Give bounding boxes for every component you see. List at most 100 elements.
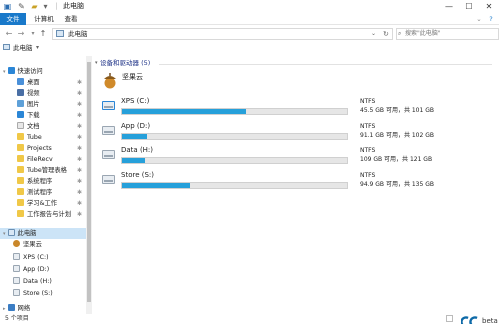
new-folder-icon[interactable]: ▰ (30, 2, 39, 11)
group-divider (159, 64, 492, 65)
back-icon[interactable]: ← (4, 28, 14, 39)
drive-usage-fill (122, 183, 190, 188)
chevron-right-icon[interactable]: ▸ (3, 306, 6, 312)
sidebar-item-tube[interactable]: Tube (17, 132, 42, 143)
folder-icon (17, 133, 24, 140)
sidebar-item-quick-access[interactable]: ▾ 快速访问 (3, 66, 43, 77)
tab-file[interactable]: 文件 (0, 13, 26, 25)
pc-icon (7, 229, 15, 236)
sidebar-scrollbar[interactable] (86, 56, 92, 314)
close-button[interactable]: ✕ (480, 0, 498, 13)
drive-usage-bar (121, 133, 348, 140)
recent-dropdown-icon[interactable]: ▾ (28, 28, 38, 39)
forward-icon[interactable]: → (16, 28, 26, 39)
pin-icon[interactable]: ✱ (77, 209, 82, 220)
pin-icon[interactable]: ✱ (77, 187, 82, 198)
drive-usage-fill (122, 134, 147, 139)
sidebar-item-this-pc[interactable]: ▾ 此电脑 (3, 228, 36, 239)
drive-filesystem: NTFS (360, 147, 376, 154)
drive-usage-bar (121, 157, 348, 164)
drive-tile-c[interactable]: XPS (C:) NTFS 45.5 GB 可用，共 101 GB (100, 97, 490, 119)
sidebar-item-work-reports[interactable]: 工作报告与计划 (17, 209, 71, 220)
folder-icon (17, 210, 24, 217)
drive-usage-bar (121, 108, 348, 115)
drive-icon (13, 265, 20, 272)
sidebar-item-downloads[interactable]: 下载 (17, 110, 40, 121)
sidebar-item-documents[interactable]: 文档 (17, 121, 40, 132)
sidebar-item-videos[interactable]: 视频 (17, 88, 40, 99)
maximize-button[interactable]: ☐ (460, 0, 478, 13)
group-header[interactable]: 设备和驱动器 (5) (100, 59, 150, 68)
drive-tile-s[interactable]: Store (S:) NTFS 94.9 GB 可用，共 135 GB (100, 171, 490, 193)
refresh-icon[interactable]: ↻ (383, 29, 389, 39)
explorer-app-icon[interactable]: ▣ (3, 2, 12, 11)
folder-icon (17, 122, 24, 129)
sidebar-item-network[interactable]: ▸ 网络 (3, 303, 30, 314)
ribbon-expand-icon[interactable]: ⌄ (474, 13, 484, 25)
pc-icon (3, 44, 10, 50)
help-icon[interactable]: ? (486, 13, 496, 25)
folder-icon (17, 89, 24, 96)
folder-icon (17, 100, 24, 107)
pin-icon[interactable]: ✱ (77, 77, 82, 88)
drive-icon (102, 150, 115, 159)
sidebar-item-drive-s[interactable]: Store (S:) (13, 288, 53, 299)
address-bar[interactable]: 此电脑 ⌄ ↻ (52, 28, 393, 40)
pin-icon[interactable]: ✱ (77, 88, 82, 99)
sidebar-item-drive-c[interactable]: XPS (C:) (13, 252, 49, 263)
sidebar-item-filerecv[interactable]: FileRecv (17, 154, 53, 165)
pin-icon[interactable]: ✱ (77, 99, 82, 110)
sidebar-item-test-programs[interactable]: 测试程序 (17, 187, 52, 198)
search-placeholder: 搜索"此电脑" (405, 30, 441, 37)
address-path: 此电脑 (68, 30, 88, 38)
pin-icon[interactable]: ✱ (77, 176, 82, 187)
star-icon (7, 67, 15, 74)
sidebar-item-jianguoyun[interactable]: 坚果云 (13, 239, 42, 250)
search-box[interactable]: ⌕ 搜索"此电脑" (396, 28, 499, 40)
pin-icon[interactable]: ✱ (77, 143, 82, 154)
drive-filesystem: NTFS (360, 98, 376, 105)
sidebar-item-system-programs[interactable]: 系统程序 (17, 176, 52, 187)
up-icon[interactable]: ↑ (38, 28, 48, 39)
tab-view[interactable]: 查看 (60, 13, 82, 25)
pin-icon[interactable]: ✱ (77, 110, 82, 121)
group-collapse-icon[interactable]: ▾ (95, 60, 98, 66)
pin-icon[interactable]: ✱ (77, 198, 82, 209)
pin-icon[interactable]: ✱ (77, 154, 82, 165)
chevron-down-icon[interactable]: ▾ (3, 231, 6, 237)
drive-usage-bar (121, 182, 348, 189)
drive-filesystem: NTFS (360, 172, 376, 179)
tab-computer[interactable]: 计算机 (30, 13, 58, 25)
toolbar-location-label[interactable]: 此电脑 (13, 42, 33, 54)
scrollbar-thumb[interactable] (87, 62, 91, 302)
drive-usage-fill (122, 158, 145, 163)
drive-tile-h[interactable]: Data (H:) NTFS 109 GB 可用，共 121 GB (100, 146, 490, 168)
drive-free-space: 91.1 GB 可用，共 102 GB (360, 132, 434, 139)
navigation-pane: ▾ 快速访问 桌面 ✱ 视频 ✱ 图片 ✱ 下载 ✱ 文档 ✱ Tube ✱ Pr… (0, 56, 93, 314)
drive-filesystem: NTFS (360, 123, 376, 130)
address-dropdown-icon[interactable]: ⌄ (371, 29, 376, 39)
pin-icon[interactable]: ✱ (77, 132, 82, 143)
cloud-item-label: 坚果云 (122, 73, 143, 81)
sidebar-item-desktop[interactable]: 桌面 (17, 77, 40, 88)
sidebar-item-tube-tables[interactable]: Tube管理表格 (17, 165, 67, 176)
properties-icon[interactable]: ✎ (17, 2, 26, 11)
drive-tile-d[interactable]: App (D:) NTFS 91.1 GB 可用，共 102 GB (100, 122, 490, 144)
drive-icon (13, 277, 20, 284)
drive-free-space: 94.9 GB 可用，共 135 GB (360, 181, 434, 188)
pin-icon[interactable]: ✱ (77, 121, 82, 132)
chevron-down-icon[interactable]: ▾ (3, 69, 6, 75)
drive-name: Data (H:) (121, 146, 154, 154)
sidebar-item-study-work[interactable]: 学习&工作 (17, 198, 57, 209)
sidebar-item-pictures[interactable]: 图片 (17, 99, 40, 110)
cloud-item-jianguoyun[interactable]: 坚果云 (98, 71, 228, 91)
pin-icon[interactable]: ✱ (77, 165, 82, 176)
sidebar-item-drive-d[interactable]: App (D:) (13, 264, 49, 275)
nut-icon (13, 240, 20, 247)
sidebar-item-projects[interactable]: Projects (17, 143, 52, 154)
minimize-button[interactable]: — (440, 0, 458, 13)
details-view-icon[interactable] (446, 315, 453, 322)
quick-access-dropdown-icon[interactable]: ▾ (41, 2, 50, 11)
sidebar-item-drive-h[interactable]: Data (H:) (13, 276, 52, 287)
location-dropdown-icon[interactable]: ▾ (36, 42, 39, 54)
